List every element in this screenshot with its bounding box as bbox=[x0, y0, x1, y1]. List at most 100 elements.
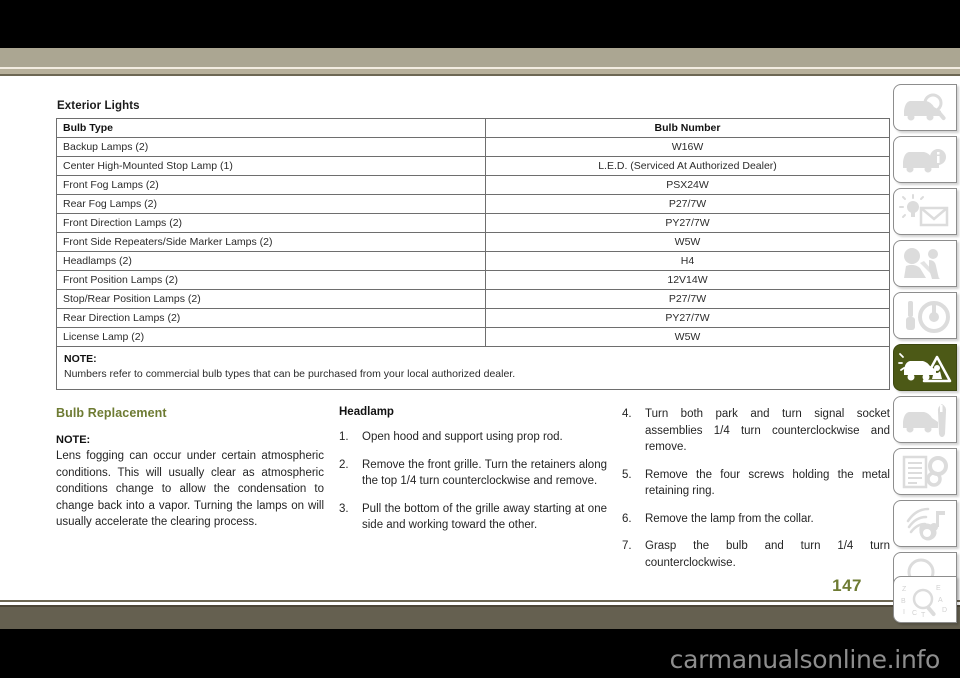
table-note-text: Numbers refer to commercial bulb types t… bbox=[64, 368, 516, 380]
site-watermark: carmanualsonline.info bbox=[669, 645, 941, 674]
cell-bulb-number: P27/7W bbox=[485, 194, 890, 214]
bulb-replacement-heading: Bulb Replacement bbox=[56, 406, 167, 420]
cell-bulb-type: Backup Lamps (2) bbox=[56, 137, 486, 157]
headlamp-steps-list-part1: 1. Open hood and support using prop rod.… bbox=[339, 429, 607, 534]
list-item: 3. Pull the bottom of the grille away st… bbox=[339, 501, 607, 534]
cell-bulb-type: Front Fog Lamps (2) bbox=[56, 175, 486, 195]
table-row: Front Fog Lamps (2) PSX24W bbox=[56, 175, 890, 195]
headlamp-steps-list-part2: 4. Turn both park and turn signal socket… bbox=[622, 406, 890, 571]
index-letter-b: B bbox=[901, 598, 906, 605]
list-item: 6. Remove the lamp from the collar. bbox=[622, 511, 890, 528]
bulb-replacement-note-label: NOTE: bbox=[56, 434, 91, 446]
key-steering-wheel-icon bbox=[906, 301, 950, 333]
cell-bulb-number: 12V14W bbox=[485, 270, 890, 290]
column-right: 4. Turn both park and turn signal socket… bbox=[622, 406, 890, 582]
table-row: Center High-Mounted Stop Lamp (1) L.E.D.… bbox=[56, 156, 890, 176]
index-letter-z: Z bbox=[902, 586, 907, 593]
cell-bulb-type: Center High-Mounted Stop Lamp (1) bbox=[56, 156, 486, 176]
index-letter-i: I bbox=[903, 609, 905, 616]
document-gears-icon bbox=[902, 455, 948, 489]
sidebar-tab-key-steering-wheel[interactable] bbox=[893, 292, 957, 339]
top-black-band bbox=[0, 0, 960, 48]
cell-bulb-number: W5W bbox=[485, 232, 890, 252]
sidebar-tab-car-service[interactable] bbox=[893, 396, 957, 443]
table-row: License Lamp (2) W5W bbox=[56, 327, 890, 347]
sidebar-tab-seatbelt-occupant[interactable] bbox=[893, 240, 957, 287]
step-text: Remove the four screws holding the metal… bbox=[645, 468, 890, 498]
step-text: Remove the front grille. Turn the retain… bbox=[362, 458, 607, 488]
dashboard-warning-mail-icon bbox=[899, 194, 949, 227]
table-row: Rear Fog Lamps (2) P27/7W bbox=[56, 194, 890, 214]
table-row: Headlamps (2) H4 bbox=[56, 251, 890, 271]
list-item: 1. Open hood and support using prop rod. bbox=[339, 429, 607, 446]
cell-bulb-type: Rear Fog Lamps (2) bbox=[56, 194, 486, 214]
cell-bulb-type: Front Direction Lamps (2) bbox=[56, 213, 486, 233]
cell-bulb-number: W5W bbox=[485, 327, 890, 347]
table-note-row: NOTE: Numbers refer to commercial bulb t… bbox=[56, 346, 890, 390]
sidebar-tab-car-magnifier[interactable] bbox=[893, 84, 957, 131]
cell-bulb-type: Rear Direction Lamps (2) bbox=[56, 308, 486, 328]
seatbelt-occupant-icon bbox=[904, 248, 940, 279]
cell-bulb-number: PY27/7W bbox=[485, 308, 890, 328]
bulb-replacement-note-text: Lens fogging can occur under certain atm… bbox=[56, 450, 324, 528]
sidebar-tab-multimedia[interactable] bbox=[893, 500, 957, 547]
list-item: 2. Remove the front grille. Turn the ret… bbox=[339, 457, 607, 490]
step-text: Open hood and support using prop rod. bbox=[362, 431, 563, 443]
car-magnifier-icon bbox=[904, 93, 946, 121]
index-letters-magnifier-icon: Z B I C T E A D bbox=[901, 585, 947, 619]
cell-bulb-number: PY27/7W bbox=[485, 213, 890, 233]
column-middle: Headlamp 1. Open hood and support using … bbox=[339, 406, 607, 545]
sidebar-tab-index[interactable]: Z B I C T E A D bbox=[893, 576, 957, 623]
car-wrench-icon bbox=[903, 404, 947, 437]
page-number: 147 bbox=[832, 576, 862, 595]
step-number: 6. bbox=[622, 512, 632, 525]
list-item: 5. Remove the four screws holding the me… bbox=[622, 467, 890, 500]
cell-bulb-type: Front Side Repeaters/Side Marker Lamps (… bbox=[56, 232, 486, 252]
cell-bulb-number: PSX24W bbox=[485, 175, 890, 195]
step-number: 4. bbox=[622, 408, 632, 420]
index-letter-a: A bbox=[938, 597, 943, 604]
cell-bulb-number: P27/7W bbox=[485, 289, 890, 309]
page-content: Exterior Lights Bulb Type Bulb Number Ba… bbox=[0, 76, 890, 600]
cell-bulb-type: Headlamps (2) bbox=[56, 251, 486, 271]
table-row: Stop/Rear Position Lamps (2) P27/7W bbox=[56, 289, 890, 309]
index-letter-d: D bbox=[942, 607, 947, 614]
step-text: Remove the lamp from the collar. bbox=[645, 512, 814, 525]
step-text: Grasp the bulb and turn 1/4 turn counter… bbox=[645, 540, 890, 569]
car-warning-triangle-icon bbox=[898, 353, 952, 383]
table-row: Rear Direction Lamps (2) PY27/7W bbox=[56, 308, 890, 328]
radio-music-icon bbox=[906, 507, 945, 541]
index-letter-t: T bbox=[921, 612, 926, 619]
table-note-label: NOTE: bbox=[64, 353, 97, 365]
sidebar-tab-car-info[interactable] bbox=[893, 136, 957, 183]
table-row: Front Side Repeaters/Side Marker Lamps (… bbox=[56, 232, 890, 252]
step-text: Turn both park and turn signal socket as… bbox=[645, 408, 890, 453]
table-row: Front Position Lamps (2) 12V14W bbox=[56, 270, 890, 290]
column-left: Bulb Replacement NOTE: Lens fogging can … bbox=[56, 406, 324, 531]
index-letter-c: C bbox=[912, 610, 917, 617]
column-header-bulb-type: Bulb Type bbox=[56, 118, 486, 138]
step-number: 1. bbox=[339, 431, 349, 443]
exterior-lights-table: Bulb Type Bulb Number Backup Lamps (2) W… bbox=[56, 118, 890, 390]
sidebar-tab-roadside-emergency[interactable] bbox=[893, 344, 957, 391]
cell-bulb-type: Front Position Lamps (2) bbox=[56, 270, 486, 290]
list-item: 7. Grasp the bulb and turn 1/4 turn coun… bbox=[622, 538, 890, 571]
step-number: 5. bbox=[622, 468, 632, 481]
index-letter-e: E bbox=[936, 585, 941, 592]
cell-bulb-type: License Lamp (2) bbox=[56, 327, 486, 347]
table-body: Backup Lamps (2) W16W Center High-Mounte… bbox=[56, 137, 890, 390]
sidebar-tab-warning-mail[interactable] bbox=[893, 188, 957, 235]
sidebar-tab-specifications[interactable] bbox=[893, 448, 957, 495]
table-note-cell: NOTE: Numbers refer to commercial bulb t… bbox=[56, 346, 890, 390]
header-tan-band bbox=[0, 48, 960, 67]
table-header-row: Bulb Type Bulb Number bbox=[56, 118, 890, 138]
step-number: 2. bbox=[339, 458, 349, 471]
headlamp-heading: Headlamp bbox=[339, 406, 394, 418]
step-number: 7. bbox=[622, 540, 632, 552]
cell-bulb-number: H4 bbox=[485, 251, 890, 271]
section-tabs-sidebar: Z B I C T E A D bbox=[890, 76, 960, 623]
car-info-icon bbox=[903, 149, 946, 173]
page-title: Exterior Lights bbox=[57, 100, 140, 112]
cell-bulb-type: Stop/Rear Position Lamps (2) bbox=[56, 289, 486, 309]
cell-bulb-number: L.E.D. (Serviced At Authorized Dealer) bbox=[485, 156, 890, 176]
